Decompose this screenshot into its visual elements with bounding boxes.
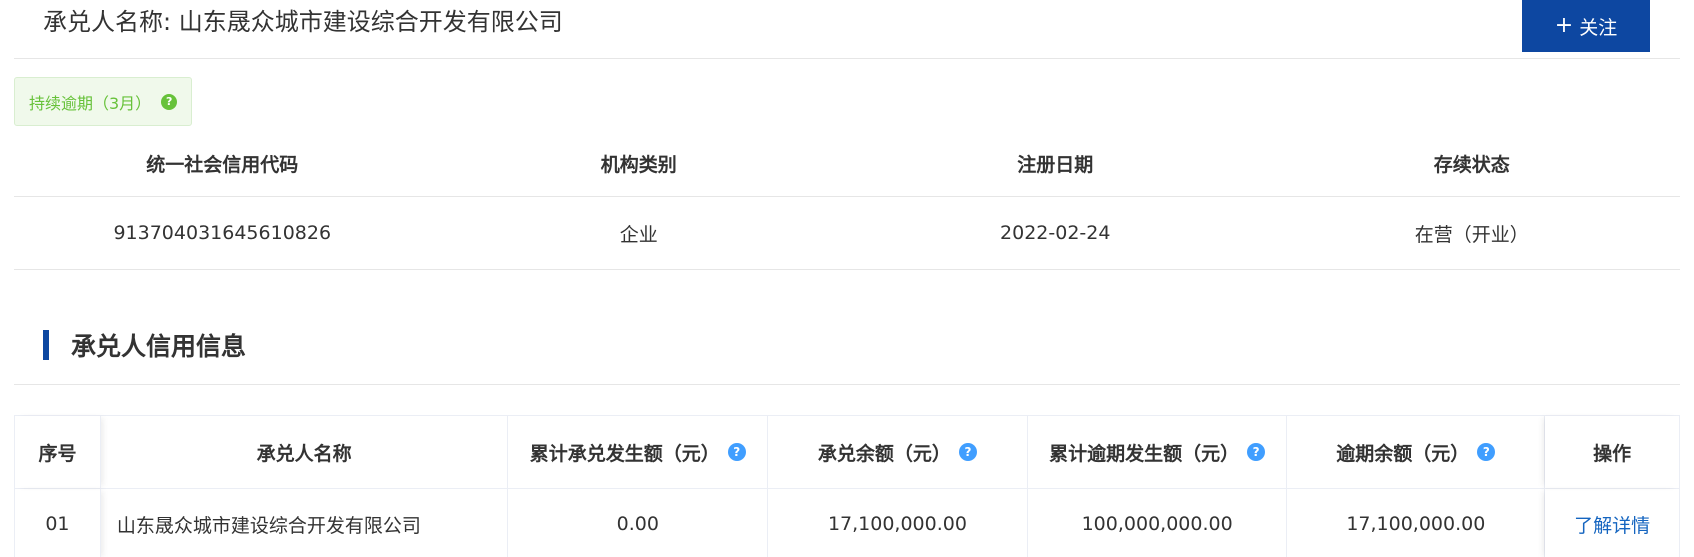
header-org-type: 机构类别	[600, 154, 677, 176]
section-accent-bar	[43, 330, 49, 360]
view-details-link[interactable]: 了解详情	[1574, 511, 1650, 538]
col-header-label: 操作	[1593, 442, 1632, 465]
cell-acceptor-name: 山东晟众城市建设综合开发有限公司	[101, 489, 509, 557]
col-header-label: 逾期余额（元）	[1336, 442, 1470, 465]
plus-icon: +	[1554, 13, 1574, 38]
cell-index: 01	[15, 489, 101, 557]
section-title: 承兑人信用信息	[71, 332, 247, 361]
question-circle-icon[interactable]: ?	[958, 443, 977, 461]
col-header-cumulative-overdue: 累计逾期发生额（元） ?	[1028, 416, 1288, 488]
cell-overdue-balance: 17,100,000.00	[1287, 489, 1546, 557]
header-credit-code: 统一社会信用代码	[146, 154, 299, 176]
col-header-action: 操作	[1545, 416, 1679, 488]
credit-table-header-row: 序号 承兑人名称 累计承兑发生额（元） ? 承兑余额（元） ? 累计逾期发生额（…	[15, 416, 1679, 489]
cell-cumulative-overdue: 100,000,000.00	[1028, 489, 1288, 557]
cell-action: 了解详情	[1545, 489, 1679, 557]
header-status: 存续状态	[1433, 154, 1510, 176]
question-circle-icon[interactable]: ?	[727, 443, 746, 461]
cell-acceptance-balance: 17,100,000.00	[768, 489, 1028, 557]
header-divider	[14, 58, 1680, 59]
value-register-date: 2022-02-24	[1000, 222, 1111, 244]
value-status: 在营（开业）	[1414, 223, 1529, 246]
col-header-cumulative-acceptance: 累计承兑发生额（元） ?	[508, 416, 769, 488]
header-register-date: 注册日期	[1017, 154, 1094, 176]
section-divider	[14, 384, 1680, 385]
col-header-acceptance-balance: 承兑余额（元） ?	[768, 416, 1028, 488]
company-info-value-row: 913704031645610826 企业 2022-02-24 在营（开业）	[14, 197, 1680, 270]
page-header: 承兑人名称: 山东晟众城市建设综合开发有限公司 + 关注	[0, 0, 1694, 63]
section-header: 承兑人信用信息	[43, 329, 246, 361]
value-credit-code: 913704031645610826	[113, 222, 332, 244]
page-title: 承兑人名称: 山东晟众城市建设综合开发有限公司	[43, 8, 563, 36]
question-circle-icon[interactable]: ?	[161, 93, 178, 110]
col-header-label: 承兑人名称	[256, 442, 352, 465]
col-header-index: 序号	[15, 416, 101, 488]
question-circle-icon[interactable]: ?	[1247, 443, 1266, 461]
credit-info-table: 序号 承兑人名称 累计承兑发生额（元） ? 承兑余额（元） ? 累计逾期发生额（…	[14, 415, 1680, 557]
col-header-label: 序号	[38, 442, 77, 465]
company-info-table: 统一社会信用代码 机构类别 注册日期 存续状态 9137040316456108…	[14, 131, 1680, 270]
cell-cumulative-acceptance: 0.00	[508, 489, 769, 557]
company-info-header-row: 统一社会信用代码 机构类别 注册日期 存续状态	[14, 131, 1680, 197]
status-badge: 持续逾期（3月） ?	[14, 77, 193, 126]
follow-button[interactable]: + 关注	[1522, 0, 1650, 52]
follow-button-label: 关注	[1579, 16, 1618, 39]
col-header-label: 累计承兑发生额（元）	[529, 442, 720, 465]
value-org-type: 企业	[619, 223, 658, 246]
col-header-overdue-balance: 逾期余额（元） ?	[1287, 416, 1546, 488]
col-header-label: 承兑余额（元）	[817, 442, 951, 465]
question-circle-icon[interactable]: ?	[1477, 443, 1496, 461]
col-header-acceptor-name: 承兑人名称	[101, 416, 509, 488]
col-header-label: 累计逾期发生额（元）	[1049, 442, 1240, 465]
status-badge-label: 持续逾期（3月）	[29, 93, 152, 113]
table-row: 01 山东晟众城市建设综合开发有限公司 0.00 17,100,000.00 1…	[15, 489, 1679, 557]
